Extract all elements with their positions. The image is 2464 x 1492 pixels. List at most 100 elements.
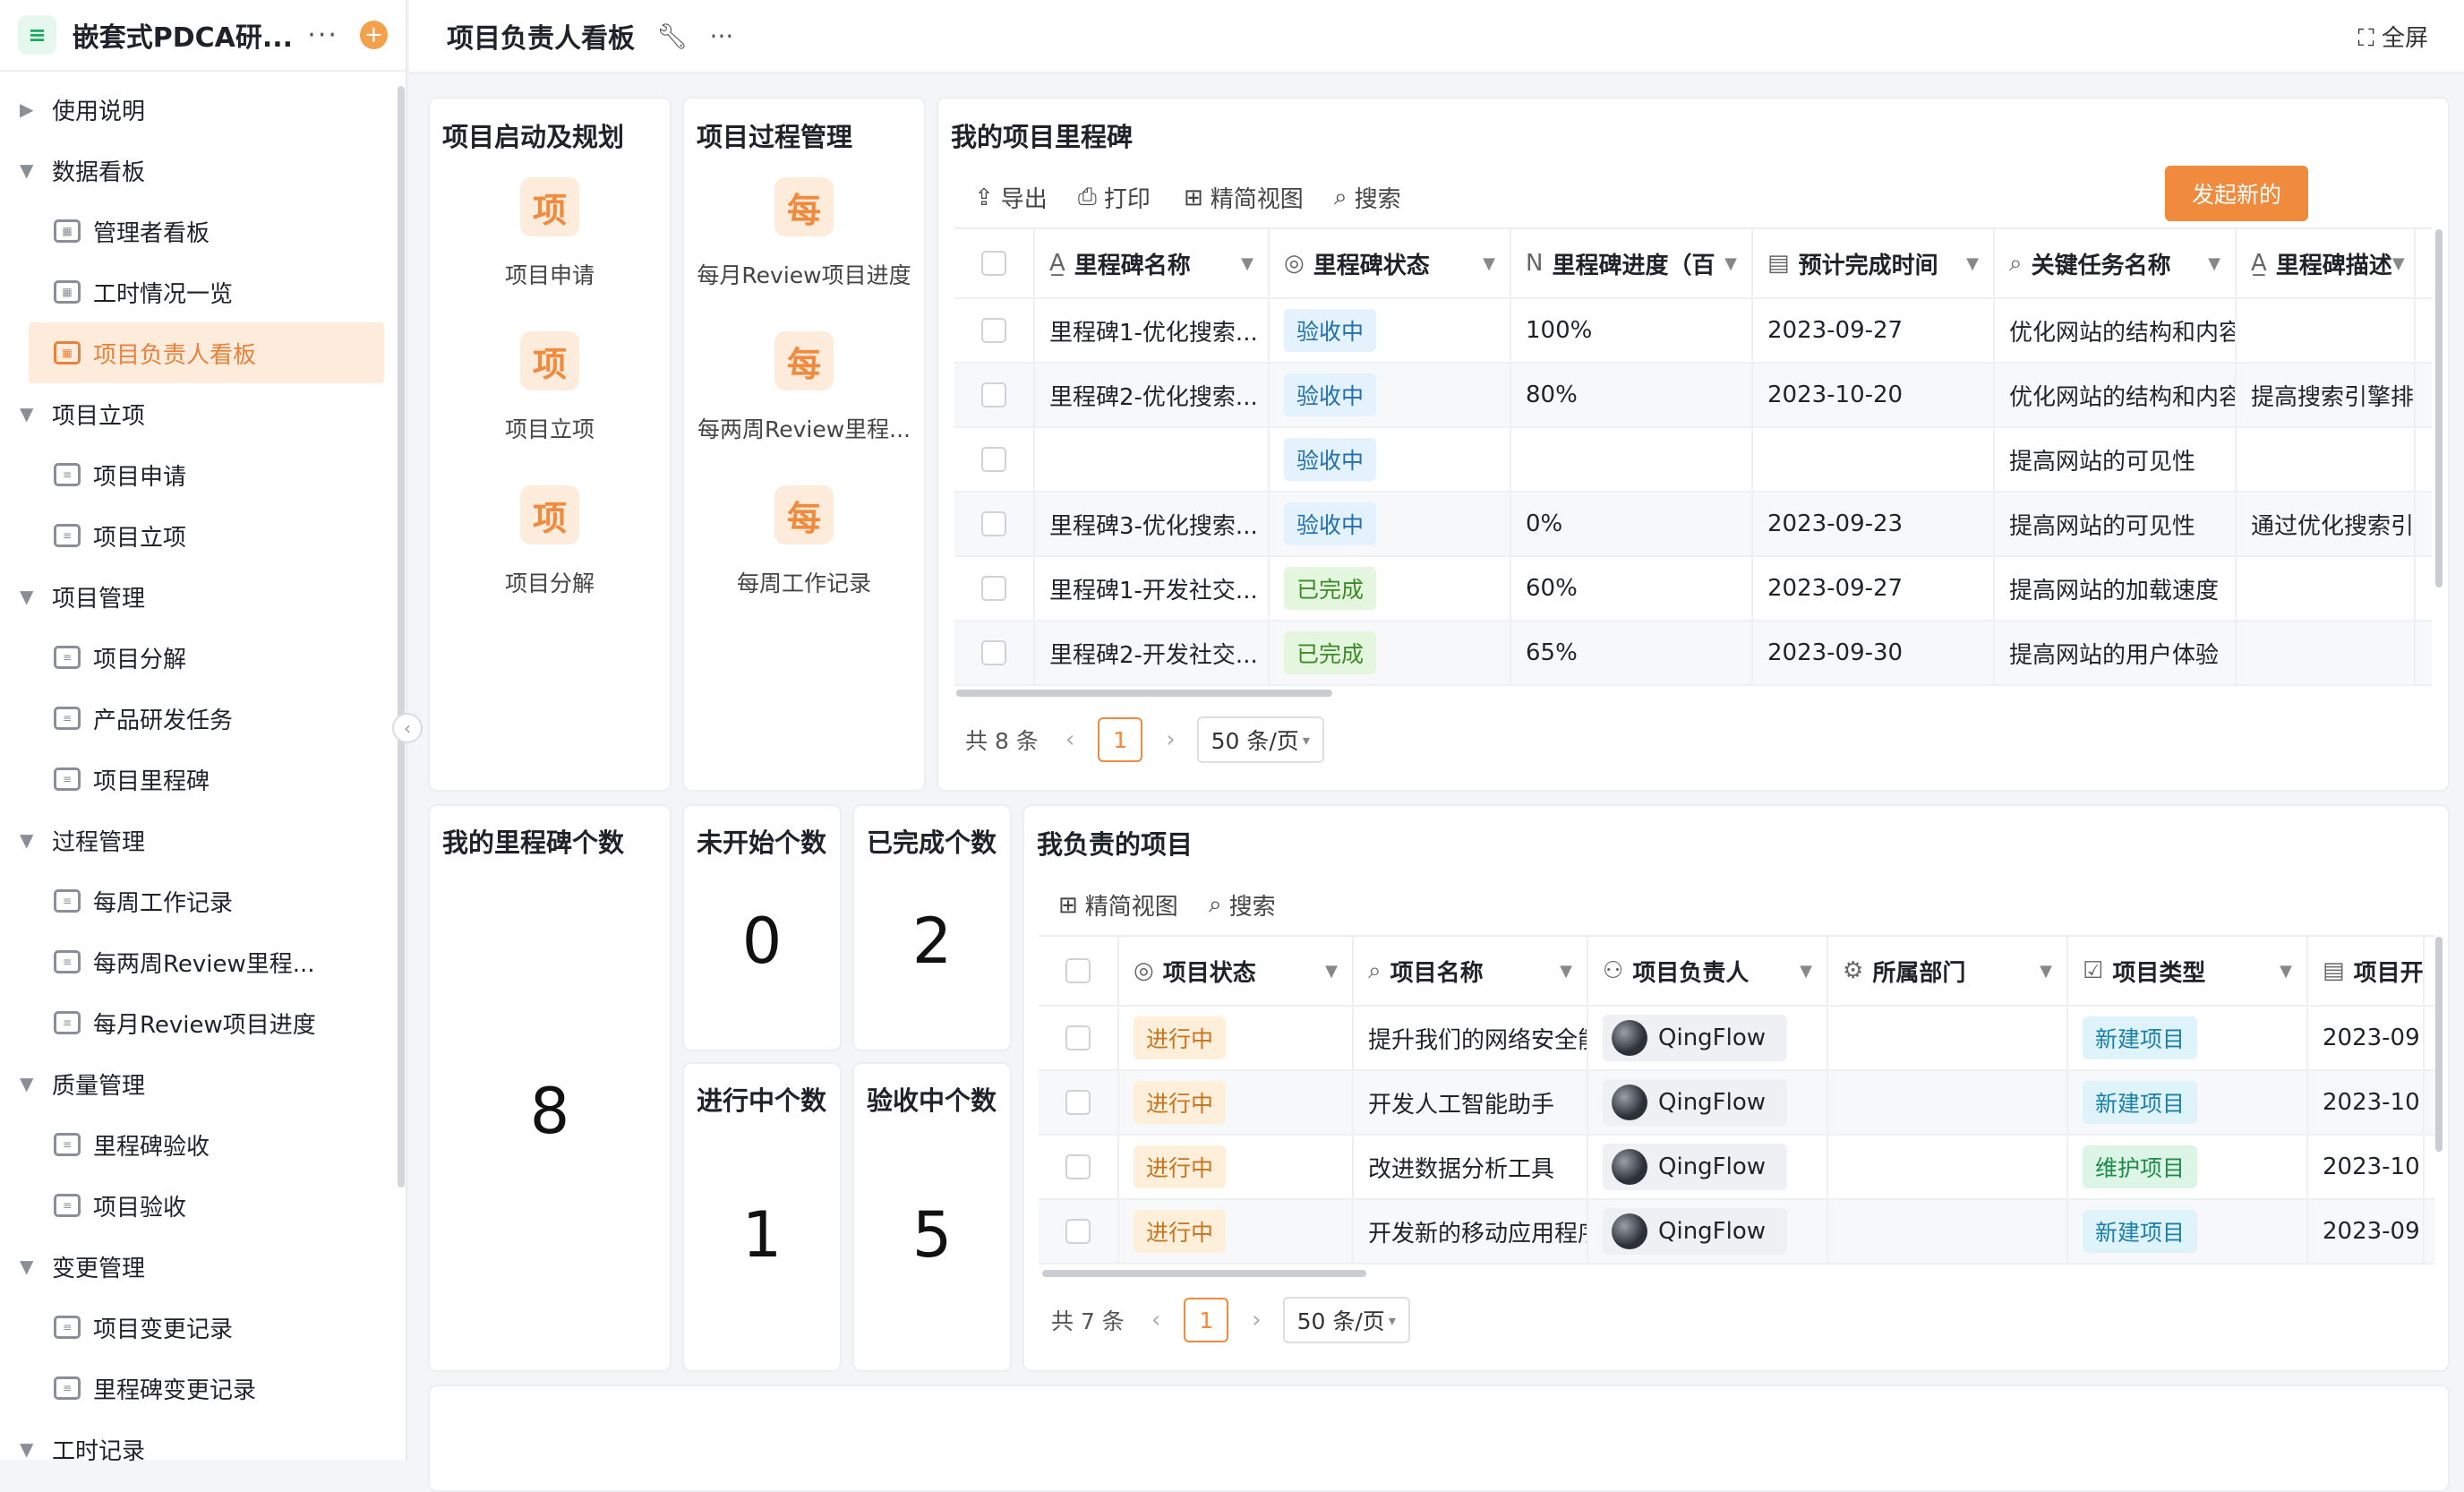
- fullscreen-button[interactable]: ⛶ 全屏: [2358, 20, 2428, 53]
- column-header[interactable]: A̲ 里程碑描述 ▼: [2237, 229, 2416, 297]
- sidebar-item[interactable]: ≡ 每周工作记录: [29, 870, 384, 931]
- sidebar-group[interactable]: ▼ 质量管理: [0, 1053, 388, 1114]
- caret-down-icon[interactable]: ▼: [2280, 962, 2292, 981]
- table-row[interactable]: 里程碑1-开发社交... 已完成 60% 2023-09-27 提高网站的加载速度: [954, 557, 2432, 622]
- caret-down-icon[interactable]: ▼: [1325, 962, 1338, 981]
- milestones-hscrollbar[interactable]: [956, 690, 1332, 697]
- projects-hscrollbar[interactable]: [1042, 1270, 1366, 1277]
- table-row[interactable]: 进行中 改进数据分析工具 QingFlow 维护项目 2023-10: [1039, 1136, 2435, 1200]
- compact-view-button[interactable]: ⊞ 精简视图: [1184, 181, 1304, 214]
- quick-access-item[interactable]: 每每周工作记录: [684, 485, 924, 598]
- sidebar-group[interactable]: ▼ 工时记录: [0, 1419, 388, 1479]
- row-checkbox[interactable]: [981, 640, 1006, 665]
- table-row[interactable]: 进行中 提升我们的网络安全能 QingFlow 新建项目 2023-09: [1039, 1007, 2435, 1071]
- row-checkbox[interactable]: [1065, 1090, 1091, 1115]
- page-size-select[interactable]: 50 条/页 ▾: [1196, 716, 1324, 763]
- user-chip[interactable]: QingFlow: [1603, 1144, 1788, 1190]
- caret-down-icon[interactable]: ▼: [2424, 962, 2425, 981]
- user-chip[interactable]: QingFlow: [1603, 1079, 1788, 1126]
- page-size-select[interactable]: 50 条/页 ▾: [1282, 1297, 1410, 1343]
- user-chip[interactable]: QingFlow: [1603, 1015, 1788, 1061]
- new-button[interactable]: 发起新的: [2165, 166, 2308, 221]
- table-row[interactable]: 进行中 开发人工智能助手 QingFlow 新建项目 2023-10: [1039, 1071, 2435, 1136]
- column-header[interactable]: ▤ 项目开▼: [2308, 937, 2425, 1005]
- select-all-checkbox[interactable]: [1065, 958, 1091, 983]
- next-page-icon[interactable]: ›: [1252, 1307, 1261, 1333]
- row-checkbox[interactable]: [981, 576, 1006, 601]
- sidebar-group[interactable]: ▼ 数据看板: [0, 140, 388, 201]
- sidebar-scrollbar[interactable]: [398, 86, 405, 1188]
- table-row[interactable]: 里程碑3-优化搜索... 验收中 0% 2023-09-23 提高网站的可见性 通过优化搜…: [954, 493, 2432, 557]
- quick-access-item[interactable]: 项项目分解: [430, 485, 670, 598]
- row-checkbox[interactable]: [1065, 1154, 1091, 1179]
- column-header[interactable]: ◎ 里程碑状态 ▼: [1270, 229, 1511, 297]
- prev-page-icon[interactable]: ‹: [1151, 1307, 1160, 1333]
- add-icon[interactable]: +: [359, 21, 388, 49]
- sidebar-item[interactable]: ≡ 产品研发任务: [29, 688, 384, 749]
- table-row[interactable]: 进行中 开发新的移动应用程序 QingFlow 新建项目 2023-09: [1039, 1200, 2435, 1265]
- sidebar-item[interactable]: ≡ 每两周Review里程...: [29, 931, 384, 992]
- caret-down-icon[interactable]: ▼: [1241, 254, 1253, 273]
- sidebar-group[interactable]: ▼ 项目管理: [0, 566, 388, 627]
- wrench-icon[interactable]: 🔧︎: [656, 21, 689, 51]
- sidebar-item[interactable]: ≡ 项目立项: [29, 505, 384, 566]
- quick-access-item[interactable]: 项项目立项: [430, 331, 670, 444]
- caret-down-icon[interactable]: ▼: [1724, 254, 1737, 273]
- sidebar-item[interactable]: ≡ 里程碑变更记录: [29, 1358, 384, 1419]
- sidebar-item[interactable]: ▦ 工时情况一览: [29, 262, 384, 322]
- row-checkbox[interactable]: [981, 382, 1006, 407]
- quick-access-item[interactable]: 每每月Review项目进度: [684, 177, 924, 290]
- sidebar-item[interactable]: ≡ 项目验收: [29, 1175, 384, 1236]
- caret-down-icon[interactable]: ▼: [1966, 254, 1979, 273]
- row-checkbox[interactable]: [981, 318, 1006, 343]
- table-row[interactable]: 里程碑2-开发社交... 已完成 65% 2023-09-30 提高网站的用户体验: [954, 622, 2432, 686]
- caret-down-icon[interactable]: ▼: [2040, 962, 2052, 981]
- sidebar-item[interactable]: ≡ 项目申请: [29, 444, 384, 505]
- caret-down-icon[interactable]: ▼: [1800, 962, 1812, 981]
- sidebar-item[interactable]: ≡ 项目里程碑: [29, 749, 384, 810]
- quick-access-item[interactable]: 每每两周Review里程...: [684, 331, 924, 444]
- sidebar-group[interactable]: ▼ 过程管理: [0, 810, 388, 870]
- sidebar-group[interactable]: ▶ 使用说明: [0, 79, 388, 140]
- select-all-checkbox[interactable]: [981, 251, 1006, 276]
- prev-page-icon[interactable]: ‹: [1065, 726, 1074, 753]
- print-button[interactable]: ⎙ 打印: [1078, 181, 1151, 214]
- row-checkbox[interactable]: [981, 511, 1006, 536]
- export-button[interactable]: ⇪ 导出: [974, 181, 1048, 214]
- column-header[interactable]: A̲ 里程碑名称 ▼: [1035, 229, 1270, 297]
- column-header[interactable]: ⌕ 关键任务名称 ▼: [1995, 229, 2237, 297]
- app-title[interactable]: 嵌套式PDCA研...: [73, 15, 299, 55]
- column-header[interactable]: ⚇ 项目负责人 ▼: [1588, 937, 1828, 1005]
- quick-access-item[interactable]: 项项目申请: [430, 177, 670, 290]
- row-checkbox[interactable]: [1065, 1025, 1091, 1050]
- collapse-sidebar-icon[interactable]: ‹: [392, 713, 423, 743]
- page-number[interactable]: 1: [1098, 717, 1143, 762]
- caret-down-icon[interactable]: ▼: [1560, 962, 1572, 981]
- sidebar-item[interactable]: ≡ 项目分解: [29, 627, 384, 688]
- column-header[interactable]: ☑ 项目类型 ▼: [2068, 937, 2308, 1005]
- row-checkbox[interactable]: [981, 447, 1006, 472]
- compact-view-button[interactable]: ⊞ 精简视图: [1058, 888, 1178, 922]
- sidebar-group[interactable]: ▼ 变更管理: [0, 1236, 388, 1297]
- table-row[interactable]: 里程碑1-优化搜索... 验收中 100% 2023-09-27 优化网站的结构和内容: [954, 299, 2432, 364]
- column-header[interactable]: ⌕ 项目名称 ▼: [1354, 937, 1588, 1005]
- search-button[interactable]: ⌕ 搜索: [1334, 181, 1401, 214]
- user-chip[interactable]: QingFlow: [1603, 1208, 1788, 1255]
- search-button[interactable]: ⌕ 搜索: [1209, 888, 1276, 922]
- column-header[interactable]: N 里程碑进度（百 ▼: [1511, 229, 1753, 297]
- column-header[interactable]: ▤ 预计完成时间 ▼: [1753, 229, 1995, 297]
- row-checkbox[interactable]: [1065, 1219, 1091, 1244]
- sidebar-item[interactable]: ▦ 项目负责人看板: [29, 322, 384, 383]
- caret-down-icon[interactable]: ▼: [2392, 254, 2405, 273]
- next-page-icon[interactable]: ›: [1166, 726, 1175, 753]
- projects-vscrollbar[interactable]: [2435, 937, 2443, 1152]
- milestones-vscrollbar[interactable]: [2435, 229, 2443, 587]
- sidebar-item[interactable]: ≡ 项目变更记录: [29, 1297, 384, 1358]
- more-icon[interactable]: ···: [307, 20, 338, 51]
- sidebar-item[interactable]: ▦ 管理者看板: [29, 201, 384, 262]
- sidebar-group[interactable]: ▼ 项目立项: [0, 383, 388, 444]
- caret-down-icon[interactable]: ▼: [1483, 254, 1495, 273]
- more-icon[interactable]: ···: [710, 21, 734, 51]
- sidebar-item[interactable]: ≡ 里程碑验收: [29, 1114, 384, 1175]
- table-row[interactable]: 验收中 提高网站的可见性: [954, 428, 2432, 493]
